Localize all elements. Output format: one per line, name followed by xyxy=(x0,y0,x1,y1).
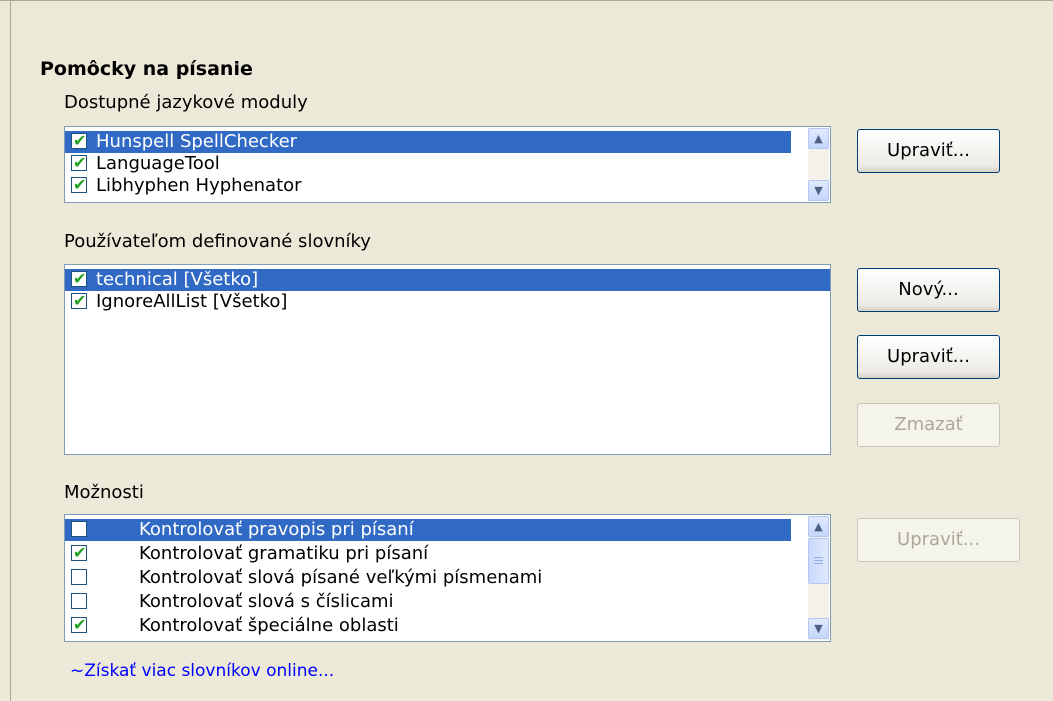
modules-listbox[interactable]: ✔ Hunspell SpellChecker ✔ LanguageTool ✔… xyxy=(64,126,831,203)
dictionaries-listbox[interactable]: ✔ technical [Všetko] ✔ IgnoreAllList [Vš… xyxy=(64,264,831,455)
dialog-frame-left xyxy=(10,0,11,701)
list-item[interactable]: ✔ IgnoreAllList [Všetko] xyxy=(65,291,830,313)
options-listbox[interactable]: Kontrolovať pravopis pri písaní ✔ Kontro… xyxy=(64,514,831,642)
vertical-scrollbar[interactable]: ▲ ▼ xyxy=(808,516,829,640)
dialog-frame-top xyxy=(0,0,1053,1)
list-item[interactable]: ✔ Libhyphen Hyphenator xyxy=(65,175,791,197)
list-item-label: Kontrolovať špeciálne oblasti xyxy=(139,615,399,636)
list-item[interactable]: Kontrolovať slová písané veľkými písmena… xyxy=(65,567,791,589)
get-more-dictionaries-link[interactable]: ~Získať viac slovníkov online... xyxy=(70,661,334,681)
list-item-label: Kontrolovať slová písané veľkými písmena… xyxy=(139,567,543,588)
checkbox[interactable]: ✔ xyxy=(71,543,87,562)
checkmark-icon: ✔ xyxy=(73,131,87,150)
checkmark-icon: ✔ xyxy=(73,615,87,634)
list-item-label: Libhyphen Hyphenator xyxy=(96,175,302,196)
scrollbar-thumb[interactable] xyxy=(808,538,829,584)
checkbox[interactable] xyxy=(71,521,87,537)
checkbox[interactable]: ✔ xyxy=(71,131,87,150)
list-item[interactable]: ✔ Kontrolovať špeciálne oblasti xyxy=(65,615,791,637)
options-edit-button[interactable]: Upraviť... xyxy=(857,518,1020,562)
dictionaries-edit-button[interactable]: Upraviť... xyxy=(857,335,1000,379)
list-item-label: LanguageTool xyxy=(96,153,220,174)
list-item-label: Kontrolovať gramatiku pri písaní xyxy=(139,543,429,564)
checkbox[interactable] xyxy=(71,569,87,585)
checkbox[interactable]: ✔ xyxy=(71,615,87,634)
options-label: Možnosti xyxy=(64,482,144,503)
modules-label: Dostupné jazykové moduly xyxy=(64,92,308,113)
list-item[interactable]: Kontrolovať pravopis pri písaní xyxy=(65,519,791,541)
list-item-label: Kontrolovať slová s číslicami xyxy=(139,591,394,612)
dictionaries-new-button[interactable]: Nový... xyxy=(857,268,1000,312)
grip-line xyxy=(814,557,823,558)
list-item[interactable]: ✔ technical [Všetko] xyxy=(65,269,830,291)
list-item-label: technical [Všetko] xyxy=(96,269,259,290)
checkbox[interactable]: ✔ xyxy=(71,269,87,288)
grip-line xyxy=(814,563,823,564)
checkmark-icon: ✔ xyxy=(73,175,87,194)
list-item[interactable]: ✔ Kontrolovať gramatiku pri písaní xyxy=(65,543,791,565)
list-item-label: Hunspell SpellChecker xyxy=(96,131,298,152)
list-item-label: IgnoreAllList [Všetko] xyxy=(96,291,288,312)
checkmark-icon: ✔ xyxy=(73,269,87,288)
list-item-label: Kontrolovať pravopis pri písaní xyxy=(139,519,414,540)
checkbox[interactable]: ✔ xyxy=(71,175,87,194)
checkbox[interactable]: ✔ xyxy=(71,153,87,172)
list-item[interactable]: ✔ LanguageTool xyxy=(65,153,791,175)
checkmark-icon: ✔ xyxy=(73,291,87,310)
chevron-down-icon[interactable]: ▼ xyxy=(808,180,829,201)
list-item[interactable]: Kontrolovať slová s číslicami xyxy=(65,591,791,613)
dictionaries-label: Používateľom definované slovníky xyxy=(64,231,371,252)
vertical-scrollbar[interactable]: ▲ ▼ xyxy=(808,128,829,201)
checkmark-icon: ✔ xyxy=(73,543,87,562)
checkmark-icon: ✔ xyxy=(73,153,87,172)
checkbox[interactable]: ✔ xyxy=(71,291,87,310)
chevron-up-icon[interactable]: ▲ xyxy=(808,516,829,537)
grip-line xyxy=(814,560,823,561)
checkbox[interactable] xyxy=(71,593,87,609)
chevron-down-icon[interactable]: ▼ xyxy=(808,618,829,639)
dictionaries-delete-button[interactable]: Zmazať xyxy=(857,403,1000,447)
section-title: Pomôcky na písanie xyxy=(40,58,253,80)
list-item[interactable]: ✔ Hunspell SpellChecker xyxy=(65,131,791,153)
chevron-up-icon[interactable]: ▲ xyxy=(808,128,829,149)
modules-edit-button[interactable]: Upraviť... xyxy=(857,129,1000,173)
